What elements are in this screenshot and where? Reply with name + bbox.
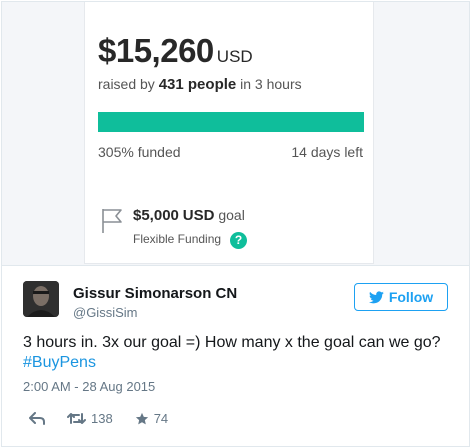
campaign-image: $15,260 USD raised by 431 people in 3 hou…: [1, 1, 470, 265]
star-icon: [135, 412, 148, 424]
retweet-action[interactable]: 138: [67, 411, 113, 426]
avatar[interactable]: [23, 281, 59, 317]
flag-icon: [102, 209, 122, 233]
reply-icon: [29, 412, 45, 425]
funded-percent: 305% funded: [98, 144, 181, 160]
tweet-body: 3 hours in. 3x our goal =) How many x th…: [23, 334, 441, 351]
tweet-text: 3 hours in. 3x our goal =) How many x th…: [23, 333, 463, 373]
hashtag-link[interactable]: #BuyPens: [23, 354, 96, 371]
goal-line: $5,000 USD goal: [133, 207, 245, 224]
help-icon[interactable]: ?: [230, 232, 247, 249]
goal-currency: USD: [182, 207, 215, 224]
raised-by-line: raised by 431 people in 3 hours: [98, 76, 302, 93]
campaign-card: $15,260 USD raised by 431 people in 3 hou…: [84, 2, 374, 264]
tweet-card: Gissur Simonarson CN @GissiSim Follow 3 …: [1, 265, 470, 447]
backers-count: 431 people: [158, 76, 237, 93]
follow-button[interactable]: Follow: [354, 283, 448, 311]
amount-value: $15,260: [98, 32, 214, 69]
retweet-count: 138: [91, 411, 113, 426]
funding-progress-bar: [98, 112, 364, 132]
amount-currency: USD: [216, 47, 253, 66]
like-action[interactable]: 74: [135, 411, 168, 426]
raised-prefix: raised by: [98, 76, 155, 92]
flexible-funding-label: Flexible Funding: [133, 232, 222, 246]
tweet-timestamp[interactable]: 2:00 AM - 28 Aug 2015: [23, 379, 155, 394]
reply-action[interactable]: [29, 412, 45, 425]
avatar-photo: [23, 281, 59, 317]
raised-suffix: in 3 hours: [240, 76, 302, 92]
like-count: 74: [153, 411, 169, 426]
goal-suffix: goal: [218, 207, 245, 223]
goal-amount: $5,000: [133, 207, 179, 224]
retweet-icon: [67, 413, 86, 424]
tweet-actions: 138 74: [29, 411, 190, 426]
days-left: 14 days left: [291, 144, 363, 160]
user-handle[interactable]: @GissiSim: [73, 305, 137, 320]
amount-raised: $15,260 USD: [98, 32, 253, 70]
follow-label: Follow: [388, 289, 434, 305]
user-name[interactable]: Gissur Simonarson CN: [73, 285, 237, 302]
funding-progress-fill: [98, 112, 364, 132]
twitter-bird-icon: [368, 290, 384, 303]
